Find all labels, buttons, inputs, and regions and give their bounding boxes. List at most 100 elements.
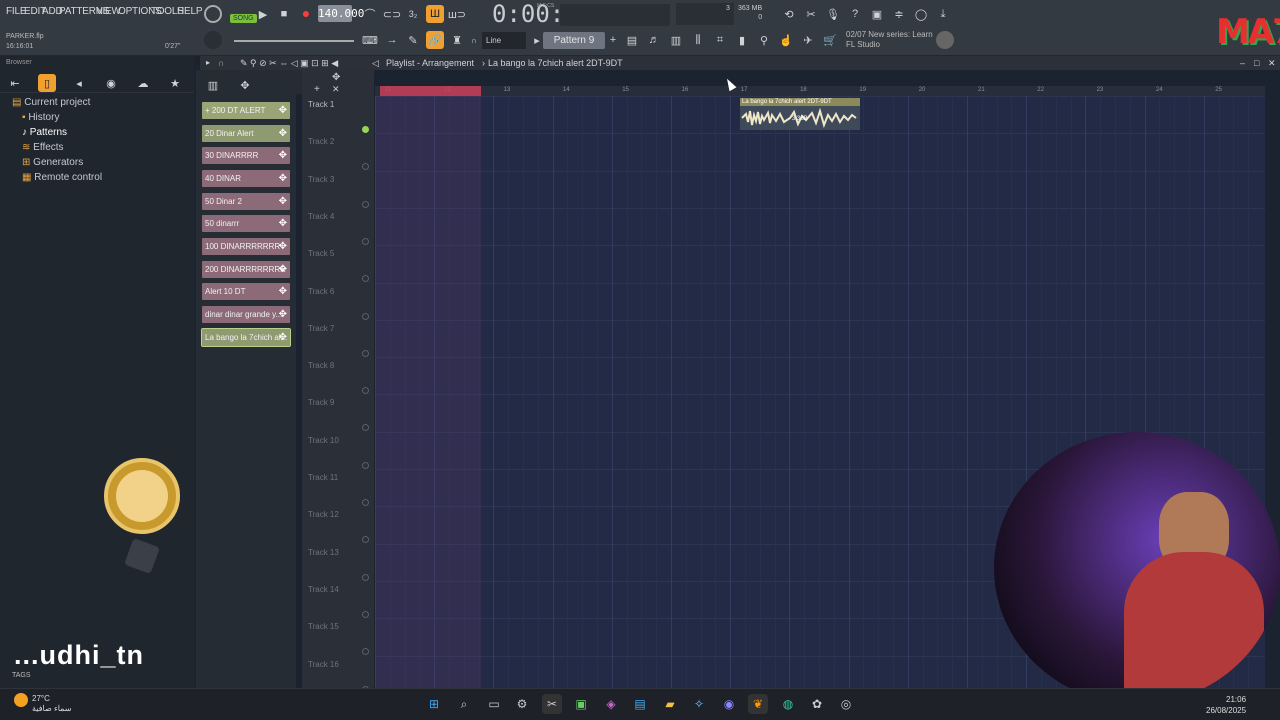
track-label[interactable]: Track 16 — [308, 660, 339, 669]
capcut-icon[interactable]: ✂ — [542, 694, 562, 714]
pattern-move-icon[interactable]: ✥ — [236, 76, 254, 94]
store-icon[interactable]: ▤ — [630, 694, 650, 714]
blend-notes-icon[interactable]: Ш — [426, 5, 444, 23]
track-mute-dot[interactable] — [362, 648, 369, 656]
pattern-add-icon[interactable]: ✥ — [279, 283, 287, 300]
track-mute-dot[interactable] — [362, 387, 369, 395]
track-label[interactable]: Track 12 — [308, 510, 339, 519]
magnet-snap-icon[interactable]: ∩ — [218, 56, 224, 70]
pattern-add-icon[interactable]: ✥ — [279, 102, 287, 119]
loop-record-icon[interactable]: ш⊃ — [448, 5, 466, 23]
pattern-item[interactable]: 200 DINARRRRRRRR ✥ — [202, 261, 290, 278]
pattern-add-icon[interactable]: ✥ — [279, 261, 287, 278]
discord-icon[interactable]: ◉ — [719, 694, 739, 714]
pattern-list-icon[interactable]: ▥ — [204, 76, 222, 94]
pattern-item[interactable]: 20 Dinar Alert ✥ — [202, 125, 290, 142]
play-icon[interactable]: ▶ — [254, 5, 272, 23]
track-label[interactable]: Track 8 — [308, 361, 334, 370]
mixer-icon[interactable]: ≑ — [890, 5, 908, 23]
start-icon[interactable]: ⊞ — [424, 694, 444, 714]
tree-remote-control[interactable]: ▦ Remote control — [22, 172, 102, 183]
arrow-right-icon[interactable]: → — [383, 31, 401, 49]
browser-back-icon[interactable]: ⇤ — [6, 74, 24, 92]
app-green-icon[interactable]: ▣ — [571, 694, 591, 714]
plugin-picker-icon[interactable]: ✈ — [799, 31, 817, 49]
stamp-icon[interactable]: ♜ — [448, 31, 466, 49]
tempo-display[interactable]: 140.000 — [318, 5, 364, 22]
network-tool-icon[interactable]: ⚙ — [512, 694, 532, 714]
track-mute-dot[interactable] — [362, 610, 369, 618]
master-pitch-slider[interactable] — [234, 40, 354, 42]
track-label[interactable]: Track 14 — [308, 585, 339, 594]
track-label[interactable]: Track 1 — [308, 100, 334, 109]
track-mute-dot[interactable] — [362, 312, 369, 320]
track-mute-dot[interactable] — [362, 126, 369, 133]
track-label[interactable]: Track 15 — [308, 622, 339, 631]
browser-sounds-icon[interactable]: ◉ — [102, 74, 120, 92]
pattern-item[interactable]: 100 DINARRRRRRR ✥ — [202, 238, 290, 255]
touch-icon[interactable]: ☝ — [777, 31, 795, 49]
audio-clip[interactable]: La bango la 7chich alert 2DT-9DT 3.3dB — [740, 98, 860, 130]
track-mute-dot[interactable] — [362, 237, 369, 245]
pattern-add-icon[interactable]: ✥ — [279, 125, 287, 142]
search-icon[interactable]: ⌕ — [454, 694, 474, 714]
track-label[interactable]: Track 10 — [308, 436, 339, 445]
pattern-add-icon[interactable]: ✥ — [279, 329, 287, 346]
pattern-item[interactable]: 30 DINARRRR ✥ — [202, 147, 290, 164]
browser-files-icon[interactable]: ▯ — [38, 74, 56, 92]
taskbar-clock[interactable]: 21:06 26/08/2025 — [1206, 694, 1246, 716]
magnet-icon[interactable]: ∩ — [469, 34, 479, 46]
globe-icon[interactable] — [936, 31, 954, 49]
microphone-icon[interactable]: 🎙 — [824, 5, 842, 23]
add-track-icon[interactable]: + — [314, 84, 320, 95]
keyboard-icon[interactable]: ⌨ — [361, 31, 379, 49]
browser-plugins-icon[interactable]: ◂ — [70, 74, 88, 92]
pattern-add-icon[interactable]: + — [604, 31, 622, 49]
link-icon[interactable]: 🔗 — [426, 31, 444, 49]
pattern-add-icon[interactable]: ✥ — [279, 306, 287, 323]
wait-record-icon[interactable]: ⊂⊃ — [383, 5, 401, 23]
pattern-add-icon[interactable]: ✥ — [279, 215, 287, 232]
plug-icon[interactable]: ⚲ — [755, 31, 773, 49]
tree-history[interactable]: ▪ History — [22, 112, 59, 123]
master-volume-knob[interactable] — [204, 5, 222, 23]
track-label[interactable]: Track 7 — [308, 324, 334, 333]
task-view-icon[interactable]: ▭ — [484, 694, 504, 714]
track-label[interactable]: Track 13 — [308, 548, 339, 557]
tree-patterns[interactable]: ♪ Patterns — [22, 127, 67, 138]
channel-rack-icon[interactable]: ▥ — [667, 31, 685, 49]
track-label[interactable]: Track 9 — [308, 398, 334, 407]
app-blue-icon[interactable]: ✧ — [689, 694, 709, 714]
weather-icon[interactable] — [14, 693, 28, 707]
track-label[interactable]: Track 6 — [308, 287, 334, 296]
pitch-knob[interactable] — [204, 31, 222, 49]
fl-studio-icon[interactable]: ❦ — [748, 694, 768, 714]
help-icon[interactable]: ? — [846, 5, 864, 23]
shop-icon[interactable]: 🛒 — [821, 31, 839, 49]
track-label[interactable]: Track 5 — [308, 249, 334, 258]
pattern-selector[interactable]: Pattern 9 — [543, 32, 605, 49]
track-mute-dot[interactable] — [362, 349, 369, 357]
app-red-icon[interactable]: ✿ — [807, 694, 827, 714]
track-label[interactable]: Track 4 — [308, 212, 334, 221]
pattern-add-icon[interactable]: ✥ — [279, 238, 287, 255]
save-icon[interactable]: ▣ — [868, 5, 886, 23]
countdown-icon[interactable]: 3₂ — [404, 5, 422, 23]
hint-panel[interactable]: 02/07 New series: Learn FL Studio — [846, 30, 933, 50]
arrange-move-icon[interactable]: ✥ — [332, 72, 340, 83]
browser-toggle-icon[interactable]: ▮ — [733, 31, 751, 49]
pattern-add-icon[interactable]: ✥ — [279, 147, 287, 164]
playlist-tools-icon[interactable]: ✎ ⚲ ⊘ ✂ ⇔ ◁ ▣ ⊡ ⊞ ◀ — [240, 56, 338, 70]
snap-select[interactable]: Line — [482, 32, 526, 49]
clear-track-icon[interactable]: ✕ — [332, 84, 340, 95]
track-label[interactable]: Track 3 — [308, 175, 334, 184]
track-label[interactable]: Track 2 — [308, 137, 334, 146]
menu-help[interactable]: HELP — [177, 6, 203, 17]
plugin-icon[interactable]: ⌗ — [711, 31, 729, 49]
pattern-item[interactable]: 40 DINAR ✥ — [202, 170, 290, 187]
file-explorer-icon[interactable]: ▰ — [660, 694, 680, 714]
song-mode-toggle[interactable]: SONG — [230, 14, 257, 23]
track-label[interactable]: Track 11 — [308, 473, 338, 482]
copilot-icon[interactable]: ◈ — [601, 694, 621, 714]
pattern-add-icon[interactable]: ✥ — [279, 193, 287, 210]
